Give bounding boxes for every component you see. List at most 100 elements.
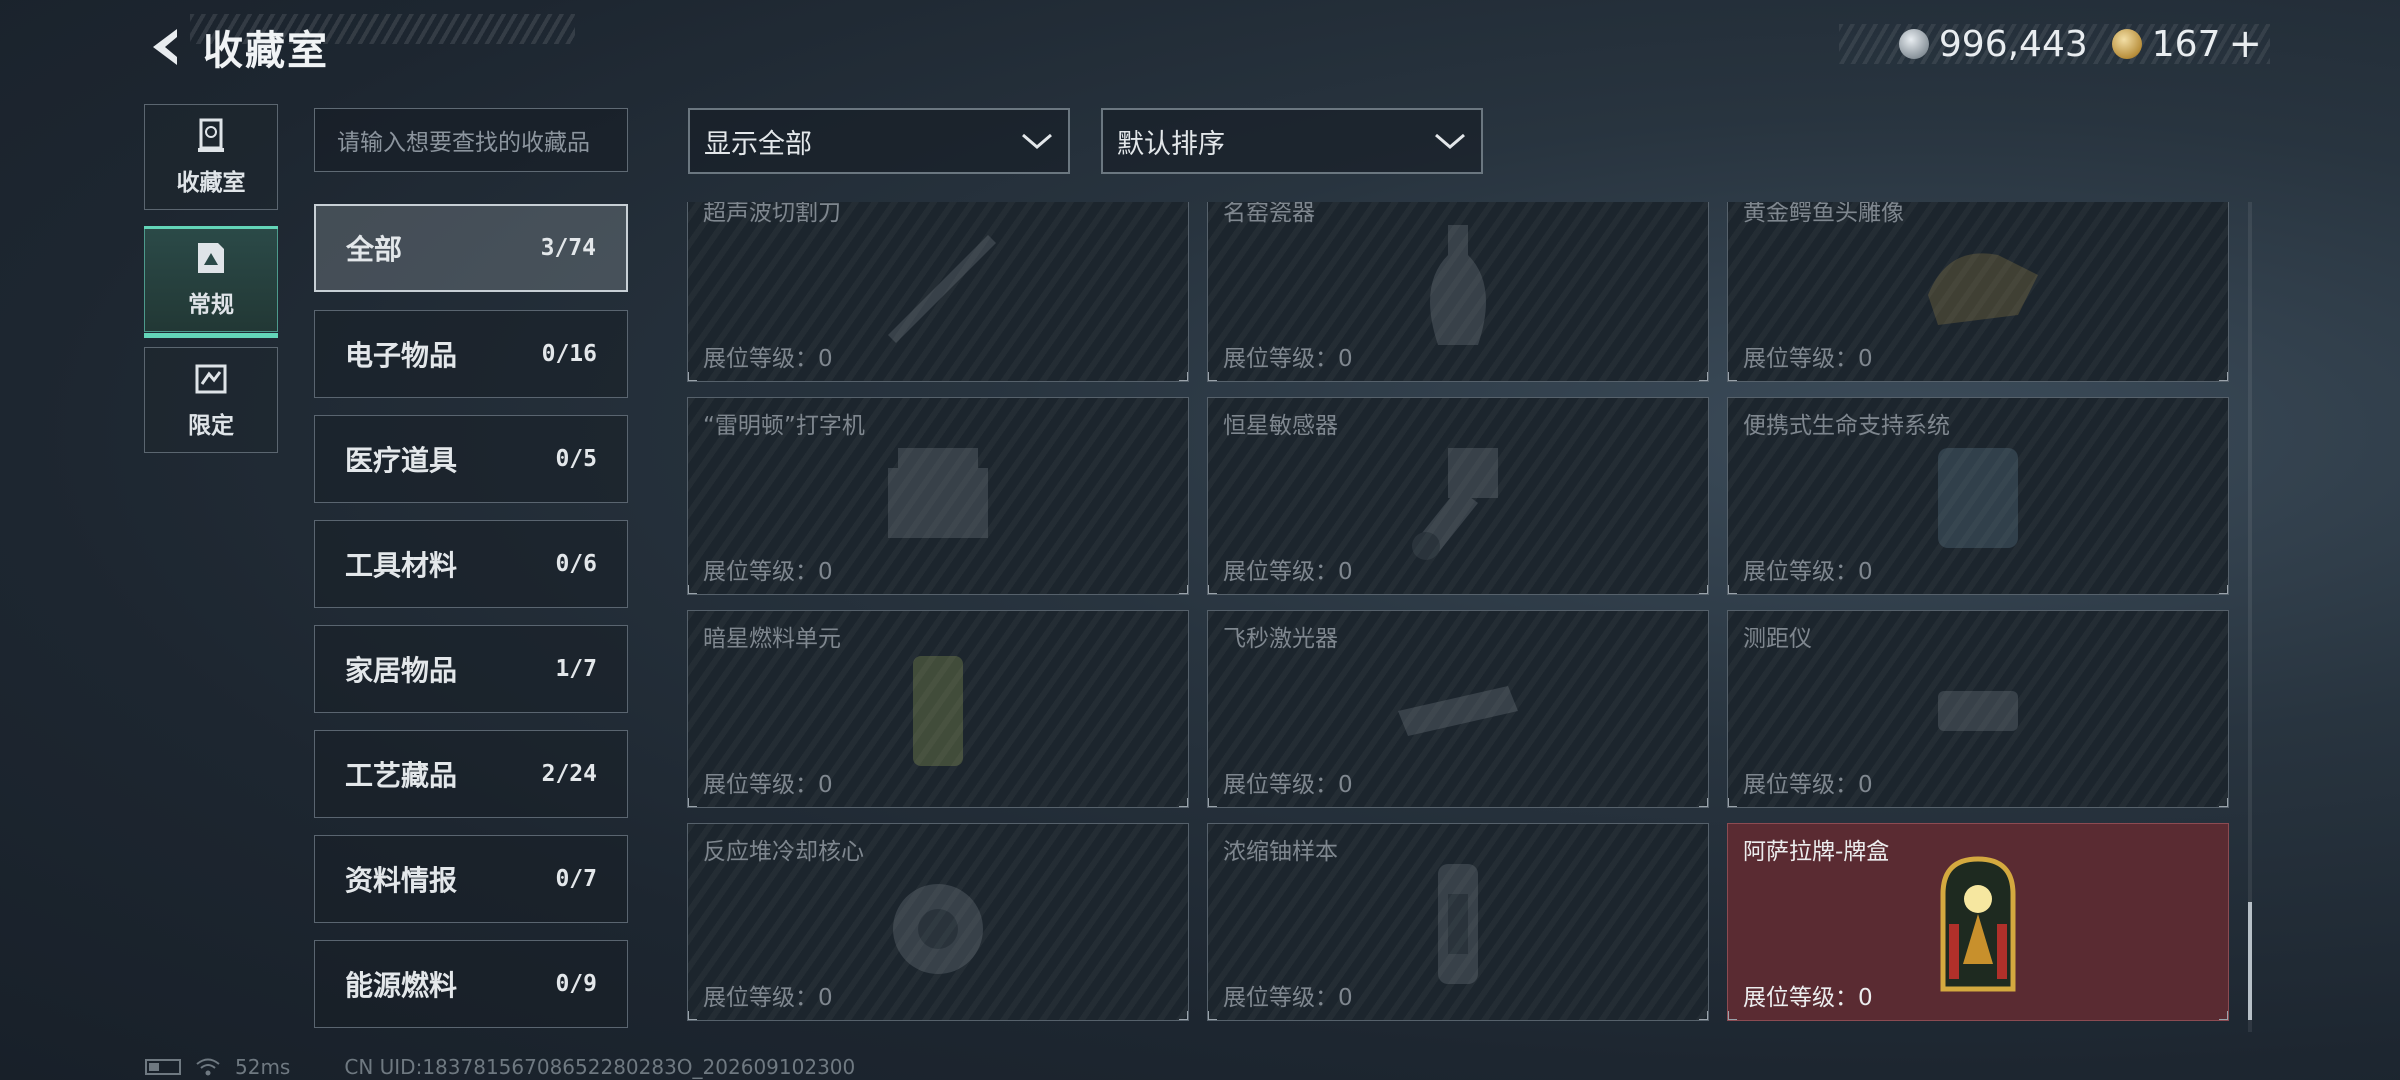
side-tab-label: 限定 (188, 413, 234, 439)
category-count: 0/7 (555, 866, 597, 892)
battery-icon (145, 1059, 181, 1075)
collection-item-card[interactable]: 浓缩铀样本 展位等级：0 (1207, 823, 1709, 1021)
item-level: 展位等级：0 (703, 985, 833, 1011)
side-tab-label: 常规 (188, 292, 234, 318)
category-electronics[interactable]: 电子物品 0/16 (314, 310, 628, 398)
category-name: 医疗道具 (345, 444, 458, 477)
collection-item-card[interactable]: 暗星燃料单元 展位等级：0 (687, 610, 1189, 808)
document-icon (198, 243, 224, 273)
add-currency-button[interactable]: + (2228, 24, 2262, 64)
category-count: 2/24 (541, 761, 597, 787)
life-support-icon (1938, 448, 2018, 548)
category-household[interactable]: 家居物品 1/7 (314, 625, 628, 713)
collection-item-card[interactable]: 黄金鳄鱼头雕像 展位等级：0 (1727, 202, 2229, 382)
side-tab-collection[interactable]: 收藏室 (144, 104, 278, 210)
collection-item-card[interactable]: 飞秒激光器 展位等级：0 (1207, 610, 1709, 808)
category-tools[interactable]: 工具材料 0/6 (314, 520, 628, 608)
item-name: 反应堆冷却核心 (703, 839, 864, 865)
side-tab-regular[interactable]: 常规 (144, 226, 278, 338)
page-title: 收藏室 (203, 28, 329, 74)
page-header: 收藏室 (145, 22, 329, 74)
category-name: 电子物品 (345, 339, 458, 372)
cutter-icon (888, 235, 996, 343)
typewriter-icon (888, 448, 988, 538)
dropdown-value: 默认排序 (1117, 128, 1225, 160)
uranium-sample-icon (1438, 864, 1478, 984)
collection-item-card[interactable]: 测距仪 展位等级：0 (1727, 610, 2229, 808)
category-energy[interactable]: 能源燃料 0/9 (314, 940, 628, 1028)
item-level: 展位等级：0 (1223, 985, 1353, 1011)
item-name: “雷明顿”打字机 (703, 413, 865, 439)
item-level: 展位等级：0 (1743, 772, 1873, 798)
collection-item-card[interactable]: 便携式生命支持系统 展位等级：0 (1727, 397, 2229, 595)
category-name: 工艺藏品 (345, 759, 458, 792)
item-name: 飞秒激光器 (1223, 626, 1338, 652)
item-name: 浓缩铀样本 (1223, 839, 1338, 865)
item-name: 超声波切割刀 (703, 202, 841, 226)
category-count: 0/16 (541, 341, 597, 367)
item-name: 阿萨拉牌-牌盒 (1743, 839, 1890, 865)
chevron-down-icon (1022, 133, 1052, 149)
search-input[interactable]: 请输入想要查找的收藏品 (314, 108, 628, 172)
sort-dropdown[interactable]: 默认排序 (1101, 108, 1483, 174)
category-count: 1/7 (555, 656, 597, 682)
item-name: 测距仪 (1743, 626, 1812, 652)
limited-icon (195, 364, 227, 394)
item-name: 恒星敏感器 (1223, 413, 1338, 439)
fuel-cell-icon (913, 656, 963, 766)
side-tab-limited[interactable]: 限定 (144, 347, 278, 453)
item-name: 便携式生命支持系统 (1743, 413, 1950, 439)
item-name: 暗星燃料单元 (703, 626, 841, 652)
active-indicator (144, 333, 278, 338)
category-count: 0/9 (555, 971, 597, 997)
category-name: 能源燃料 (345, 969, 458, 1002)
item-level: 展位等级：0 (703, 559, 833, 585)
item-level: 展位等级：0 (1223, 346, 1353, 372)
active-top-bar (144, 226, 278, 229)
category-name: 资料情报 (345, 864, 458, 897)
item-level: 展位等级：0 (1743, 985, 1873, 1011)
gold-coin-icon (2111, 29, 2142, 59)
item-level: 展位等级：0 (1223, 772, 1353, 798)
collection-item-card-owned[interactable]: 阿萨拉牌-牌盒 展位等级：0 (1727, 823, 2229, 1021)
wifi-icon (196, 1058, 220, 1076)
collection-item-card[interactable]: “雷明顿”打字机 展位等级：0 (687, 397, 1189, 595)
category-all[interactable]: 全部 3/74 (314, 204, 628, 292)
category-name: 工具材料 (345, 549, 458, 582)
category-crafts[interactable]: 工艺藏品 2/24 (314, 730, 628, 818)
item-name: 黄金鳄鱼头雕像 (1743, 202, 1904, 226)
category-name: 全部 (346, 233, 403, 266)
category-medical[interactable]: 医疗道具 0/5 (314, 415, 628, 503)
currency-bar: 996,443 167 + (1838, 23, 2270, 65)
item-level: 展位等级：0 (703, 346, 833, 372)
scrollbar-thumb[interactable] (2248, 902, 2252, 1020)
rangefinder-icon (1938, 691, 2018, 731)
collection-item-card[interactable]: 名窑瓷器 展位等级：0 (1207, 202, 1709, 382)
category-count: 0/6 (555, 551, 597, 577)
category-name: 家居物品 (345, 654, 458, 687)
statue-icon (1928, 253, 2038, 325)
trophy-icon (198, 118, 224, 152)
collection-item-card[interactable]: 恒星敏感器 展位等级：0 (1207, 397, 1709, 595)
back-arrow-icon[interactable] (145, 25, 189, 69)
category-count: 3/74 (540, 235, 596, 261)
grid-scrollbar[interactable] (2248, 202, 2252, 1032)
category-intel[interactable]: 资料情报 0/7 (314, 835, 628, 923)
card-box-icon (1940, 856, 2016, 992)
item-level: 展位等级：0 (703, 772, 833, 798)
collection-item-card[interactable]: 反应堆冷却核心 展位等级：0 (687, 823, 1189, 1021)
ping-value: 52ms (235, 1055, 291, 1079)
item-name: 名窑瓷器 (1223, 202, 1315, 226)
display-filter-dropdown[interactable]: 显示全部 (688, 108, 1070, 174)
item-level: 展位等级：0 (1223, 559, 1353, 585)
vase-icon (1430, 225, 1486, 345)
sensor-icon (1412, 448, 1498, 560)
silver-coin-icon (1898, 29, 1929, 59)
uid-text: CN UID:18378156708652280283O_20260910230… (344, 1055, 856, 1079)
item-level: 展位等级：0 (1743, 346, 1873, 372)
chevron-down-icon (1435, 133, 1465, 149)
collection-item-card[interactable]: 超声波切割刀 展位等级：0 (687, 202, 1189, 382)
status-footer: 52ms CN UID:18378156708652280283O_202609… (145, 1055, 855, 1079)
silver-balance: 996,443 (1938, 23, 2088, 65)
laser-icon (1398, 686, 1518, 736)
